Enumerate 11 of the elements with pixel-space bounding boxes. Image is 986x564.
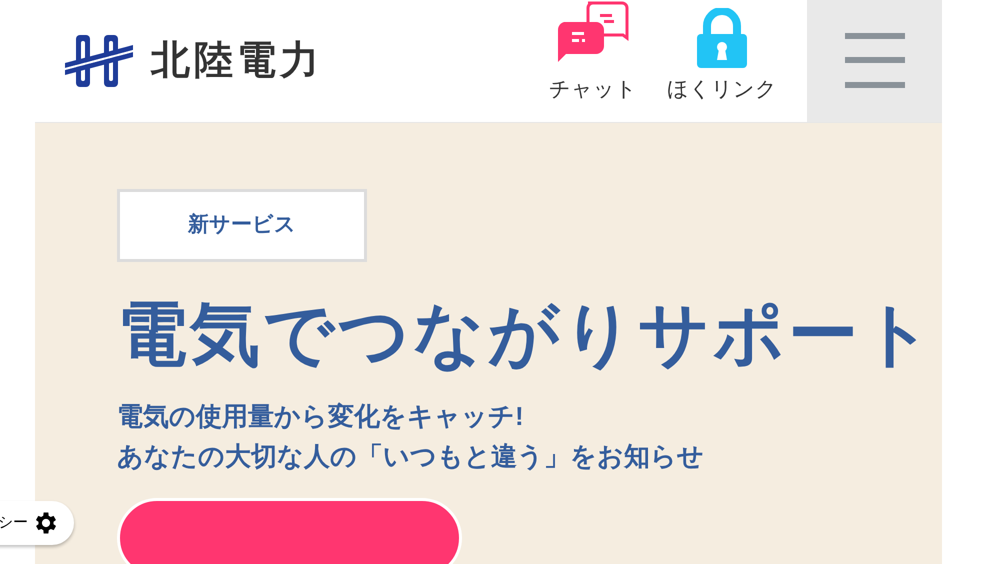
subtitle-line: 電気の使用量から変化をキャッチ! [117, 400, 525, 432]
logo-text: 北陸電力 [151, 38, 323, 84]
header-link[interactable]: チャット [549, 0, 637, 122]
lock-icon [697, 8, 747, 68]
menu-icon [844, 33, 904, 88]
hero-title: 電気でつながりサポート [117, 294, 936, 374]
service-badge: 新サービス [117, 188, 367, 262]
subtitle-line: あなたの大切な人の「いつもと違う」をお知らせ [117, 440, 704, 472]
menu-button[interactable] [807, 0, 942, 122]
header-link[interactable]: ほくリンク [667, 0, 777, 122]
logo-icon [65, 32, 133, 89]
